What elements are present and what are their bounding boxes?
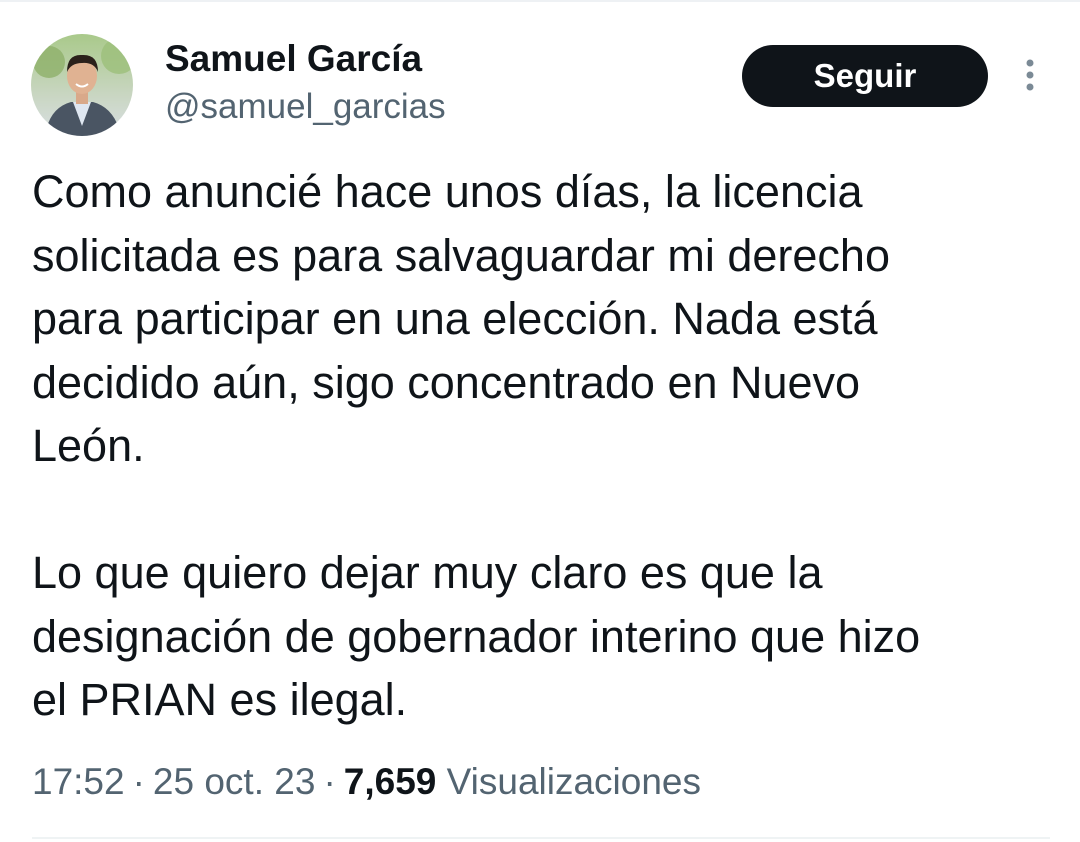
tweet-date[interactable]: 25 oct. 23 xyxy=(153,761,316,802)
separator-dot: · xyxy=(132,761,145,802)
profile-photo-icon xyxy=(31,34,133,136)
tweet-paragraph: Lo que quiero dejar muy claro es que la … xyxy=(32,547,921,725)
tweet-metadata: 17:52 · 25 oct. 23 · 7,659 Visualizaciones xyxy=(32,757,701,807)
separator-dot: · xyxy=(323,761,336,802)
author-handle[interactable]: @samuel_garcias xyxy=(165,86,446,128)
views-label: Visualizaciones xyxy=(446,761,701,802)
tweet-card: Samuel García @samuel_garcias Seguir Com… xyxy=(0,0,1080,842)
tweet-text: Como anuncié hace unos días, la licencia… xyxy=(32,160,1042,732)
author-display-name[interactable]: Samuel García xyxy=(165,38,422,80)
top-divider xyxy=(0,0,1080,2)
avatar[interactable] xyxy=(31,34,133,136)
tweet-time[interactable]: 17:52 xyxy=(32,761,125,802)
tweet-paragraph: Como anuncié hace unos días, la licencia… xyxy=(32,166,890,471)
more-vertical-icon[interactable] xyxy=(1016,56,1044,96)
views-count: 7,659 xyxy=(343,761,437,802)
follow-button[interactable]: Seguir xyxy=(742,45,988,107)
bottom-divider xyxy=(32,837,1050,839)
